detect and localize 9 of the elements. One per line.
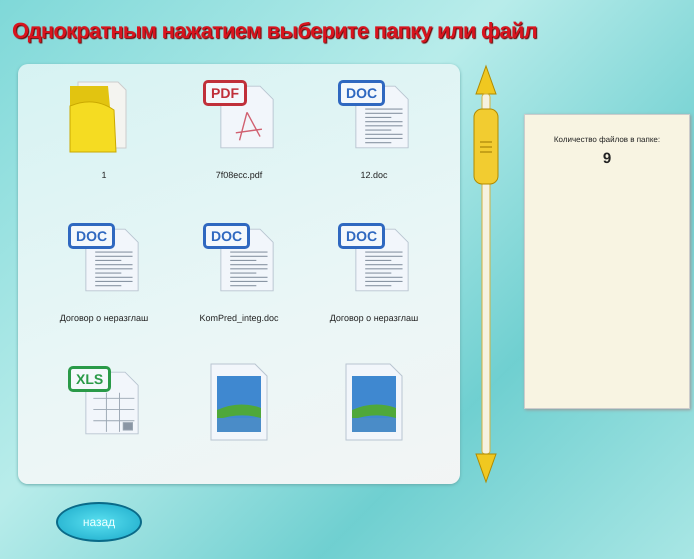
file-name[interactable]: 1 xyxy=(101,170,106,180)
file-name[interactable]: 12.doc xyxy=(360,170,388,180)
file-name[interactable]: Договор о неразглаш xyxy=(330,313,418,323)
file-count: 9 xyxy=(602,150,612,167)
file-name[interactable]: Договор о неразглаш xyxy=(60,313,148,323)
file-name[interactable]: 7f08ecc.pdf xyxy=(216,170,262,180)
file-name[interactable]: KomPred_integ.doc xyxy=(199,313,279,323)
file-count-label: Количество файлов в папке: xyxy=(554,135,660,144)
page-title: Однократным нажатием выберите папку или файл xyxy=(12,18,538,44)
